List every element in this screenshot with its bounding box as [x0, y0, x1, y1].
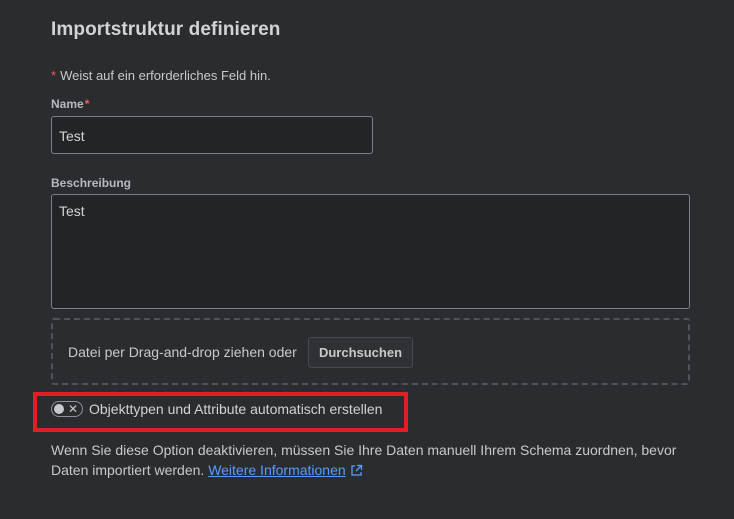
name-label-text: Name [51, 97, 84, 111]
browse-button[interactable]: Durchsuchen [308, 337, 413, 368]
helper-text: Wenn Sie diese Option deaktivieren, müss… [51, 442, 677, 478]
auto-create-helper: Wenn Sie diese Option deaktivieren, müss… [51, 440, 701, 482]
required-asterisk: * [51, 68, 57, 83]
external-link-icon [350, 462, 363, 482]
required-field-note: * Weist auf ein erforderliches Feld hin. [51, 68, 271, 83]
name-required-asterisk: * [84, 97, 90, 111]
more-info-link[interactable]: Weitere Informationen [208, 462, 345, 478]
toggle-knob [54, 404, 64, 414]
page-title: Importstruktur definieren [51, 19, 281, 40]
auto-create-toggle[interactable]: ✕ [51, 401, 83, 417]
required-note-text: Weist auf ein erforderliches Feld hin. [60, 68, 271, 83]
auto-create-label: Objekttypen und Attribute automatisch er… [89, 401, 383, 417]
description-field-label: Beschreibung [51, 176, 132, 190]
name-field-label: Name* [51, 97, 89, 111]
name-input[interactable]: Test [51, 116, 373, 154]
dropzone-text: Datei per Drag-and-drop ziehen oder [68, 344, 297, 360]
toggle-off-icon: ✕ [67, 402, 78, 416]
description-textarea[interactable]: Test [51, 194, 690, 309]
